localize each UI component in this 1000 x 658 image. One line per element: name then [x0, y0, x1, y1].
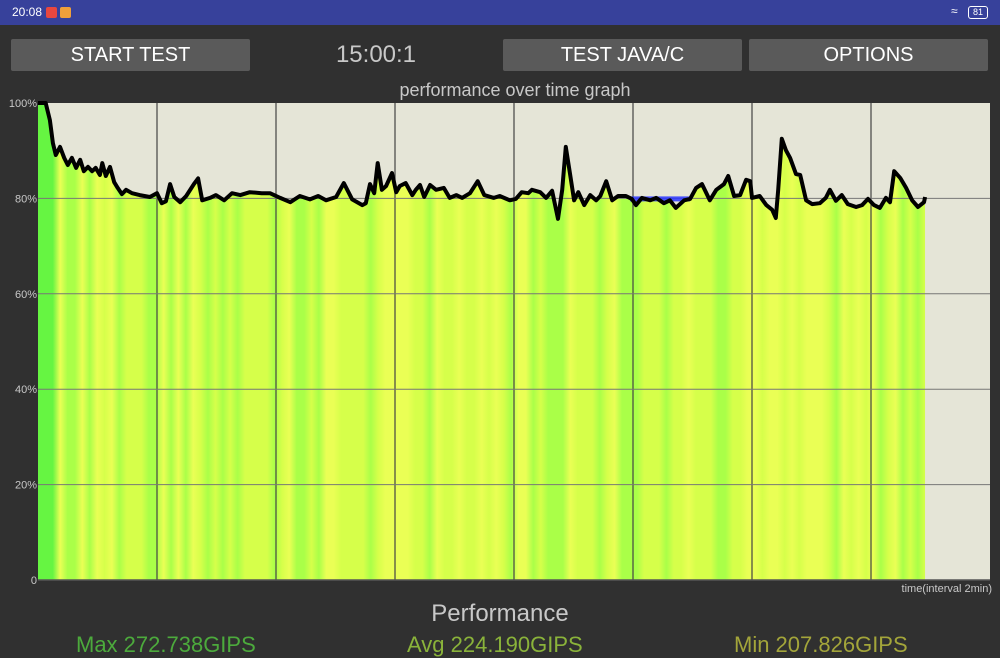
- status-bar: 20:08 ≈ 81: [0, 0, 1000, 25]
- max-value: Max 272.738GIPS: [76, 632, 256, 657]
- options-button[interactable]: OPTIONS: [749, 39, 988, 71]
- start-test-button[interactable]: START TEST: [11, 39, 250, 71]
- y-tick-label: 20%: [15, 480, 37, 492]
- y-axis-labels: 0 20% 40% 60% 80% 100%: [9, 98, 37, 587]
- performance-title: Performance: [431, 600, 569, 627]
- avg-value: Avg 224.190GIPS: [407, 632, 583, 657]
- y-tick-label: 40%: [15, 384, 37, 396]
- test-java-c-button[interactable]: TEST JAVA/C: [503, 39, 742, 71]
- x-axis-label: time(interval 2min): [901, 583, 992, 595]
- timer: 15:00:1: [335, 41, 417, 68]
- battery-icon: 81: [968, 6, 988, 19]
- y-tick-label: 80%: [15, 193, 37, 205]
- notification-icon: [46, 7, 57, 18]
- status-time: 20:08: [12, 5, 43, 19]
- notification-icon: [60, 7, 71, 18]
- min-value: Min 207.826GIPS: [734, 632, 908, 657]
- y-tick-label: 0: [31, 575, 37, 587]
- performance-chart: 0 20% 40% 60% 80% 100%: [9, 98, 990, 587]
- wifi-icon: ≈: [951, 4, 958, 18]
- y-tick-label: 100%: [9, 98, 37, 110]
- y-tick-label: 60%: [15, 289, 37, 301]
